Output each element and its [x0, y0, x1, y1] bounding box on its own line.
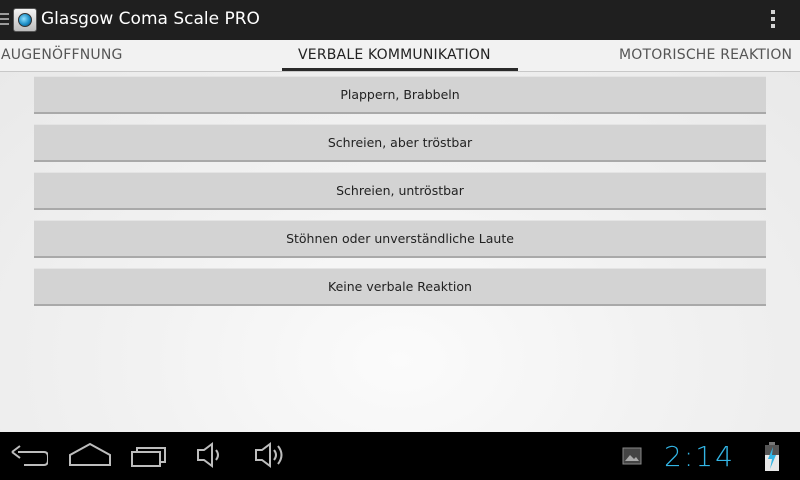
- back-icon[interactable]: [8, 440, 48, 470]
- option-keine-reaktion-button[interactable]: Keine verbale Reaktion: [34, 268, 766, 306]
- option-schreien-troestbar-button[interactable]: Schreien, aber tröstbar: [34, 124, 766, 162]
- option-schreien-untroestbar-button[interactable]: Schreien, untröstbar: [34, 172, 766, 210]
- tab-selected-indicator: [282, 68, 518, 71]
- home-icon[interactable]: [68, 440, 112, 470]
- gallery-icon[interactable]: [622, 446, 642, 466]
- clock[interactable]: 2:14: [664, 440, 735, 473]
- app-title: Glasgow Coma Scale PRO: [41, 9, 260, 29]
- content-area: Plappern, Brabbeln Schreien, aber tröstb…: [0, 72, 800, 432]
- tab-augenoeffnung[interactable]: AUGENÖFFNUNG: [1, 47, 123, 63]
- battery-charging-icon[interactable]: [762, 441, 782, 473]
- action-bar: Glasgow Coma Scale PRO: [0, 0, 800, 40]
- option-plappern-button[interactable]: Plappern, Brabbeln: [34, 76, 766, 114]
- volume-up-icon[interactable]: [254, 440, 290, 470]
- volume-down-icon[interactable]: [196, 440, 224, 470]
- tab-verbale-kommunikation[interactable]: VERBALE KOMMUNIKATION: [298, 47, 491, 63]
- overflow-menu-icon[interactable]: [770, 10, 776, 32]
- app-icon[interactable]: [13, 8, 37, 32]
- tab-motorische-reaktion[interactable]: MOTORISCHE REAKTION: [619, 47, 792, 63]
- hamburger-icon[interactable]: [0, 13, 9, 27]
- option-stoehnen-button[interactable]: Stöhnen oder unverständliche Laute: [34, 220, 766, 258]
- recent-apps-icon[interactable]: [130, 440, 170, 470]
- system-nav-bar: 2:14: [0, 432, 800, 480]
